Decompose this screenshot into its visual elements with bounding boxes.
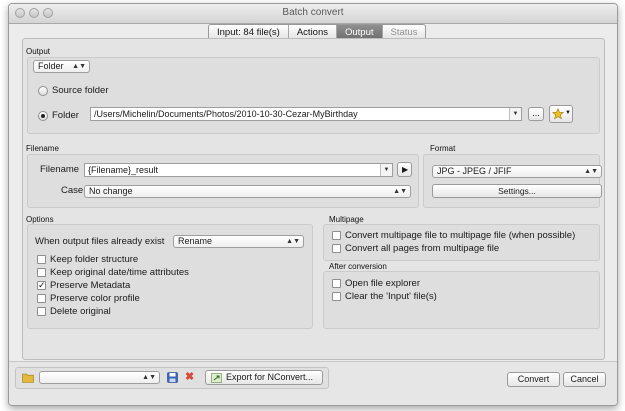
filename-pattern-input[interactable]: {Filename}_result ▼ [84, 163, 393, 177]
output-mode-value: Folder [38, 61, 64, 71]
keep-folder-structure-checkbox[interactable] [37, 255, 46, 264]
preset-select[interactable]: ▲▼ [39, 371, 160, 384]
folder-path-value: /Users/Michelin/Documents/Photos/2010-10… [94, 109, 358, 119]
multipage-to-multipage-checkbox[interactable] [332, 231, 341, 240]
updown-arrows-icon: ▲▼ [286, 238, 300, 245]
options-group-label: Options [26, 215, 54, 224]
folder-path-input[interactable]: /Users/Michelin/Documents/Photos/2010-10… [90, 107, 522, 121]
save-icon[interactable] [167, 372, 178, 383]
delete-icon[interactable]: ✖ [185, 371, 194, 384]
filename-group-label: Filename [26, 144, 59, 153]
keep-date-attributes-checkbox[interactable] [37, 268, 46, 277]
folder-open-icon[interactable] [22, 372, 34, 383]
dropdown-arrow-icon[interactable]: ▼ [509, 108, 521, 120]
favorites-button[interactable]: ▼ [549, 105, 573, 123]
exist-policy-label: When output files already exist [35, 236, 165, 247]
batch-convert-window: Batch convert Input: 84 file(s) Actions … [8, 3, 618, 406]
preset-bar: ▲▼ ✖ Export for NConvert... [15, 367, 329, 389]
delete-original-checkbox[interactable] [37, 307, 46, 316]
options-group: When output files already exist Rename ▲… [27, 224, 313, 329]
title-bar: Batch convert [9, 4, 617, 24]
multipage-group: Convert multipage file to multipage file… [323, 224, 600, 261]
window-title: Batch convert [282, 7, 344, 18]
case-select[interactable]: No change ▲▼ [84, 185, 411, 198]
exist-policy-value: Rename [178, 236, 213, 246]
bottom-bar: ▲▼ ✖ Export for NConvert... Convert Canc… [9, 361, 617, 405]
browse-folder-button[interactable]: ... [528, 107, 544, 121]
star-icon [552, 108, 564, 120]
multipage-group-label: Multipage [329, 215, 364, 224]
keep-folder-structure-label: Keep folder structure [50, 254, 139, 265]
preserve-metadata-checkbox[interactable]: ✓ [37, 281, 46, 290]
format-settings-button[interactable]: Settings... [432, 184, 602, 198]
source-folder-label: Source folder [52, 85, 109, 96]
output-mode-select[interactable]: Folder ▲▼ [33, 60, 90, 73]
output-group-label: Output [26, 47, 51, 56]
format-group-label: Format [430, 144, 456, 153]
exist-policy-select[interactable]: Rename ▲▼ [173, 235, 304, 248]
clear-input-files-checkbox[interactable] [332, 292, 341, 301]
export-nconvert-button[interactable]: Export for NConvert... [205, 370, 323, 385]
source-folder-radio[interactable] [38, 86, 48, 96]
format-value: JPG - JPEG / JFIF [437, 166, 512, 176]
after-conversion-group-label: After conversion [329, 262, 387, 271]
updown-arrows-icon: ▲▼ [584, 168, 598, 175]
insert-variable-button[interactable]: ▶ [397, 162, 412, 177]
multipage-to-multipage-label: Convert multipage file to multipage file… [345, 230, 576, 241]
format-select[interactable]: JPG - JPEG / JFIF ▲▼ [432, 165, 602, 178]
export-icon [211, 373, 222, 383]
folder-radio[interactable] [38, 111, 48, 121]
case-value: No change [89, 186, 133, 196]
delete-original-label: Delete original [50, 306, 111, 317]
play-arrow-icon: ▶ [402, 165, 409, 174]
convert-all-pages-label: Convert all pages from multipage file [345, 243, 500, 254]
open-file-explorer-label: Open file explorer [345, 278, 420, 289]
filename-label: Filename [40, 164, 80, 175]
after-conversion-group: Open file explorer Clear the 'Input' fil… [323, 271, 600, 329]
open-file-explorer-checkbox[interactable] [332, 279, 341, 288]
dropdown-arrow-icon: ▼ [565, 110, 571, 116]
export-nconvert-label: Export for NConvert... [226, 372, 314, 382]
folder-label: Folder [52, 110, 79, 121]
cancel-button[interactable]: Cancel [563, 372, 606, 387]
updown-arrows-icon: ▲▼ [393, 188, 407, 195]
updown-arrows-icon: ▲▼ [142, 374, 156, 381]
output-group: Folder ▲▼ Source folder Folder /Users/Mi… [27, 57, 600, 134]
preserve-metadata-label: Preserve Metadata [50, 280, 131, 291]
format-group: JPG - JPEG / JFIF ▲▼ Settings... [423, 154, 602, 208]
clear-input-files-label: Clear the 'Input' file(s) [345, 291, 437, 302]
dropdown-arrow-icon[interactable]: ▼ [380, 164, 392, 176]
output-tab-panel: Output Folder ▲▼ Source folder Folder /U… [22, 38, 605, 360]
preserve-color-profile-label: Preserve color profile [50, 293, 140, 304]
convert-all-pages-checkbox[interactable] [332, 244, 341, 253]
keep-date-attributes-label: Keep original date/time attributes [50, 267, 189, 278]
preserve-color-profile-checkbox[interactable] [37, 294, 46, 303]
filename-group: Filename {Filename}_result ▼ ▶ Case No c… [27, 154, 419, 208]
case-label: Case [61, 185, 84, 196]
filename-pattern-value: {Filename}_result [88, 165, 159, 175]
convert-button[interactable]: Convert [507, 372, 560, 387]
updown-arrows-icon: ▲▼ [72, 63, 86, 70]
